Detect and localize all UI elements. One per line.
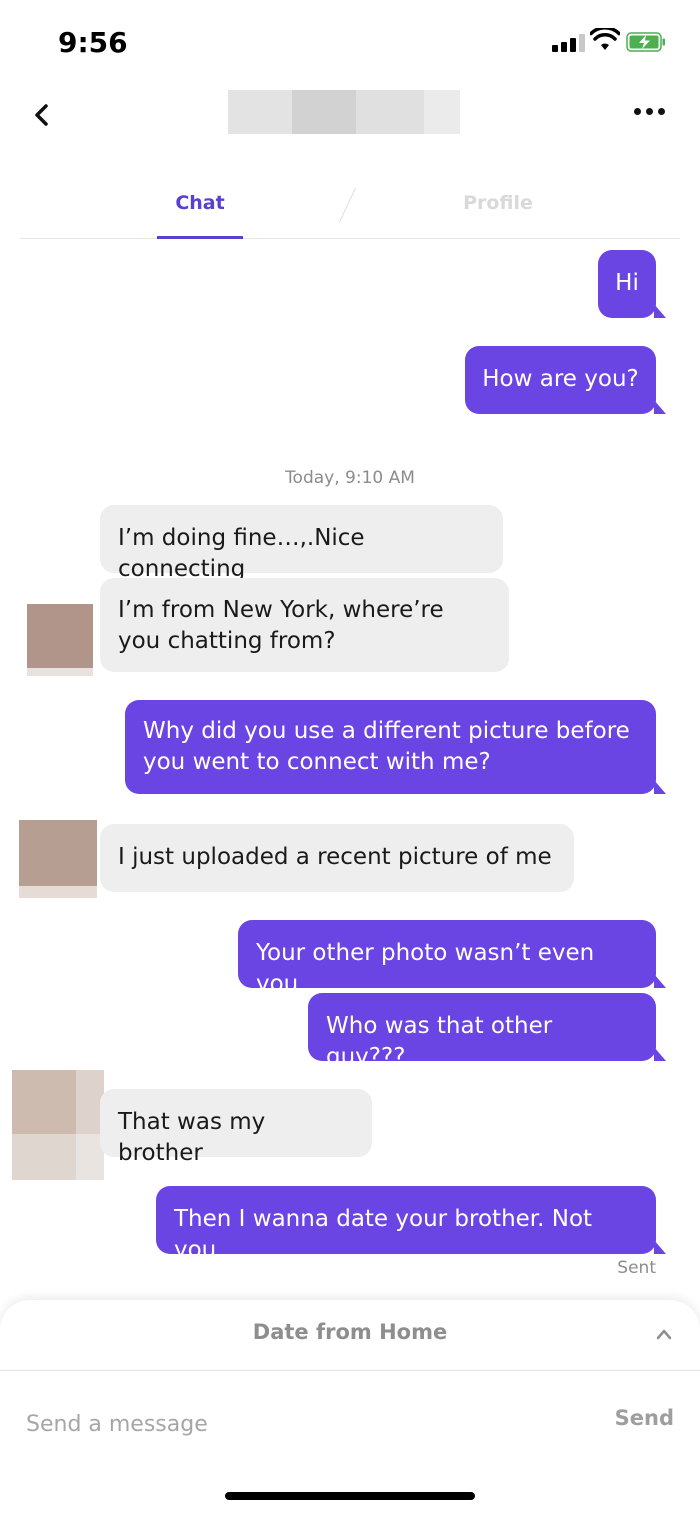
date-from-home-toggle[interactable]: Date from Home bbox=[0, 1320, 700, 1344]
back-chevron-icon[interactable] bbox=[28, 100, 56, 130]
wifi-icon bbox=[590, 28, 620, 50]
incoming-message[interactable]: I’m doing fine…,.Nice connecting bbox=[100, 505, 503, 582]
tab-divider bbox=[339, 187, 356, 223]
chat-header bbox=[0, 80, 700, 160]
outgoing-message[interactable]: How are you? bbox=[465, 346, 666, 414]
incoming-message[interactable]: I just uploaded a recent picture of me bbox=[100, 824, 574, 892]
chat-profile-tabs: Chat Profile bbox=[20, 180, 680, 239]
avatar[interactable] bbox=[12, 1070, 104, 1180]
outgoing-message[interactable]: Who was that other guy??? bbox=[308, 993, 666, 1070]
battery-charging-icon bbox=[626, 32, 665, 52]
active-tab-indicator bbox=[157, 236, 243, 239]
message-input[interactable] bbox=[26, 1404, 586, 1444]
message-timestamp: Today, 9:10 AM bbox=[285, 468, 415, 488]
incoming-message[interactable]: That was my brother bbox=[100, 1089, 372, 1166]
avatar[interactable] bbox=[27, 604, 93, 676]
incoming-message[interactable]: I’m from New York, where’re you chatting… bbox=[100, 578, 509, 672]
outgoing-message[interactable]: Then I wanna date your brother. Not you. bbox=[156, 1186, 666, 1263]
contact-name-blurred[interactable] bbox=[228, 90, 460, 134]
panel-divider bbox=[0, 1370, 700, 1371]
status-time: 9:56 bbox=[58, 26, 128, 59]
tab-chat[interactable]: Chat bbox=[157, 192, 243, 214]
outgoing-message[interactable]: Hi bbox=[598, 250, 666, 318]
home-indicator[interactable] bbox=[225, 1492, 475, 1500]
chevron-up-icon[interactable] bbox=[656, 1328, 672, 1340]
delivery-status: Sent bbox=[617, 1258, 656, 1278]
status-bar: 9:56 bbox=[0, 0, 700, 80]
signal-icon bbox=[552, 34, 586, 52]
avatar[interactable] bbox=[19, 820, 97, 898]
more-dots-icon[interactable] bbox=[630, 104, 670, 118]
tab-profile[interactable]: Profile bbox=[448, 192, 548, 214]
composer-panel: Date from Home Send bbox=[0, 1300, 700, 1515]
send-button[interactable]: Send bbox=[610, 1406, 674, 1430]
outgoing-message[interactable]: Why did you use a different picture befo… bbox=[125, 700, 666, 794]
outgoing-message[interactable]: Your other photo wasn’t even you bbox=[238, 920, 666, 997]
